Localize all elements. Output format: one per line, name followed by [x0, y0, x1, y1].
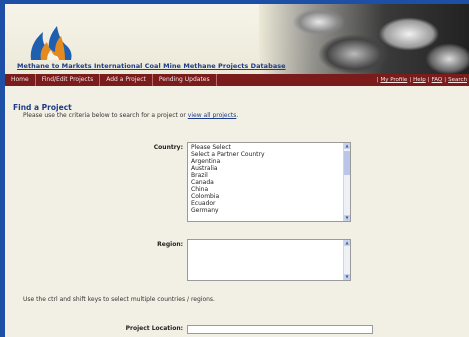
country-option[interactable]: Brazil [191, 172, 265, 179]
country-multiselect[interactable]: Please Select Select a Partner Country A… [187, 142, 351, 222]
main-nav-bar: Home Find/Edit Projects Add a Project Pe… [5, 74, 469, 86]
coal-rocks-banner-image [259, 4, 469, 74]
scroll-up-icon[interactable]: ▲ [344, 143, 350, 149]
nav-pending-updates[interactable]: Pending Updates [153, 74, 217, 86]
region-scrollbar[interactable]: ▲ ▼ [343, 240, 350, 280]
methane-flame-logo [30, 26, 72, 60]
my-profile-link[interactable]: My Profile [380, 77, 407, 83]
country-option[interactable]: Ecuador [191, 200, 265, 207]
region-multiselect[interactable]: ▲ ▼ [187, 239, 351, 281]
nav-find-edit-projects[interactable]: Find/Edit Projects [36, 74, 101, 86]
search-link[interactable]: Search [448, 77, 467, 83]
country-option[interactable]: Canada [191, 179, 265, 186]
country-options: Please Select Select a Partner Country A… [191, 144, 265, 214]
nav-add-a-project[interactable]: Add a Project [100, 74, 153, 86]
instructions-prefix: Please use the criteria below to search … [23, 112, 188, 119]
region-label: Region: [157, 241, 183, 248]
database-title-link[interactable]: Methane to Markets International Coal Mi… [17, 62, 286, 70]
browser-page: Methane to Markets International Coal Mi… [5, 4, 469, 337]
nav-home[interactable]: Home [5, 74, 36, 86]
instructions-suffix: . [236, 112, 239, 119]
country-option[interactable]: Colombia [191, 193, 265, 200]
country-option[interactable]: Germany [191, 207, 265, 214]
country-label: Country: [153, 144, 183, 151]
scroll-thumb[interactable] [344, 151, 350, 175]
country-scrollbar[interactable]: ▲ ▼ [343, 143, 350, 221]
project-location-label: Project Location: [125, 325, 183, 332]
country-option[interactable]: Please Select [191, 144, 265, 151]
country-option[interactable]: Argentina [191, 158, 265, 165]
scroll-up-icon[interactable]: ▲ [344, 240, 350, 246]
view-all-projects-link[interactable]: view all projects [188, 112, 237, 119]
country-option[interactable]: China [191, 186, 265, 193]
multi-select-hint: Use the ctrl and shift keys to select mu… [23, 296, 215, 303]
instructions-text: Please use the criteria below to search … [23, 112, 238, 119]
country-option[interactable]: Select a Partner Country [191, 151, 265, 158]
project-location-input[interactable] [187, 325, 373, 334]
help-link[interactable]: Help [413, 77, 426, 83]
scroll-down-icon[interactable]: ▼ [344, 215, 350, 221]
utility-links: | My Profile | Help | FAQ | Search [375, 77, 469, 83]
country-option[interactable]: Australia [191, 165, 265, 172]
site-header: Methane to Markets International Coal Mi… [5, 4, 469, 74]
faq-link[interactable]: FAQ [432, 77, 443, 83]
page-title: Find a Project [13, 103, 72, 112]
scroll-down-icon[interactable]: ▼ [344, 274, 350, 280]
